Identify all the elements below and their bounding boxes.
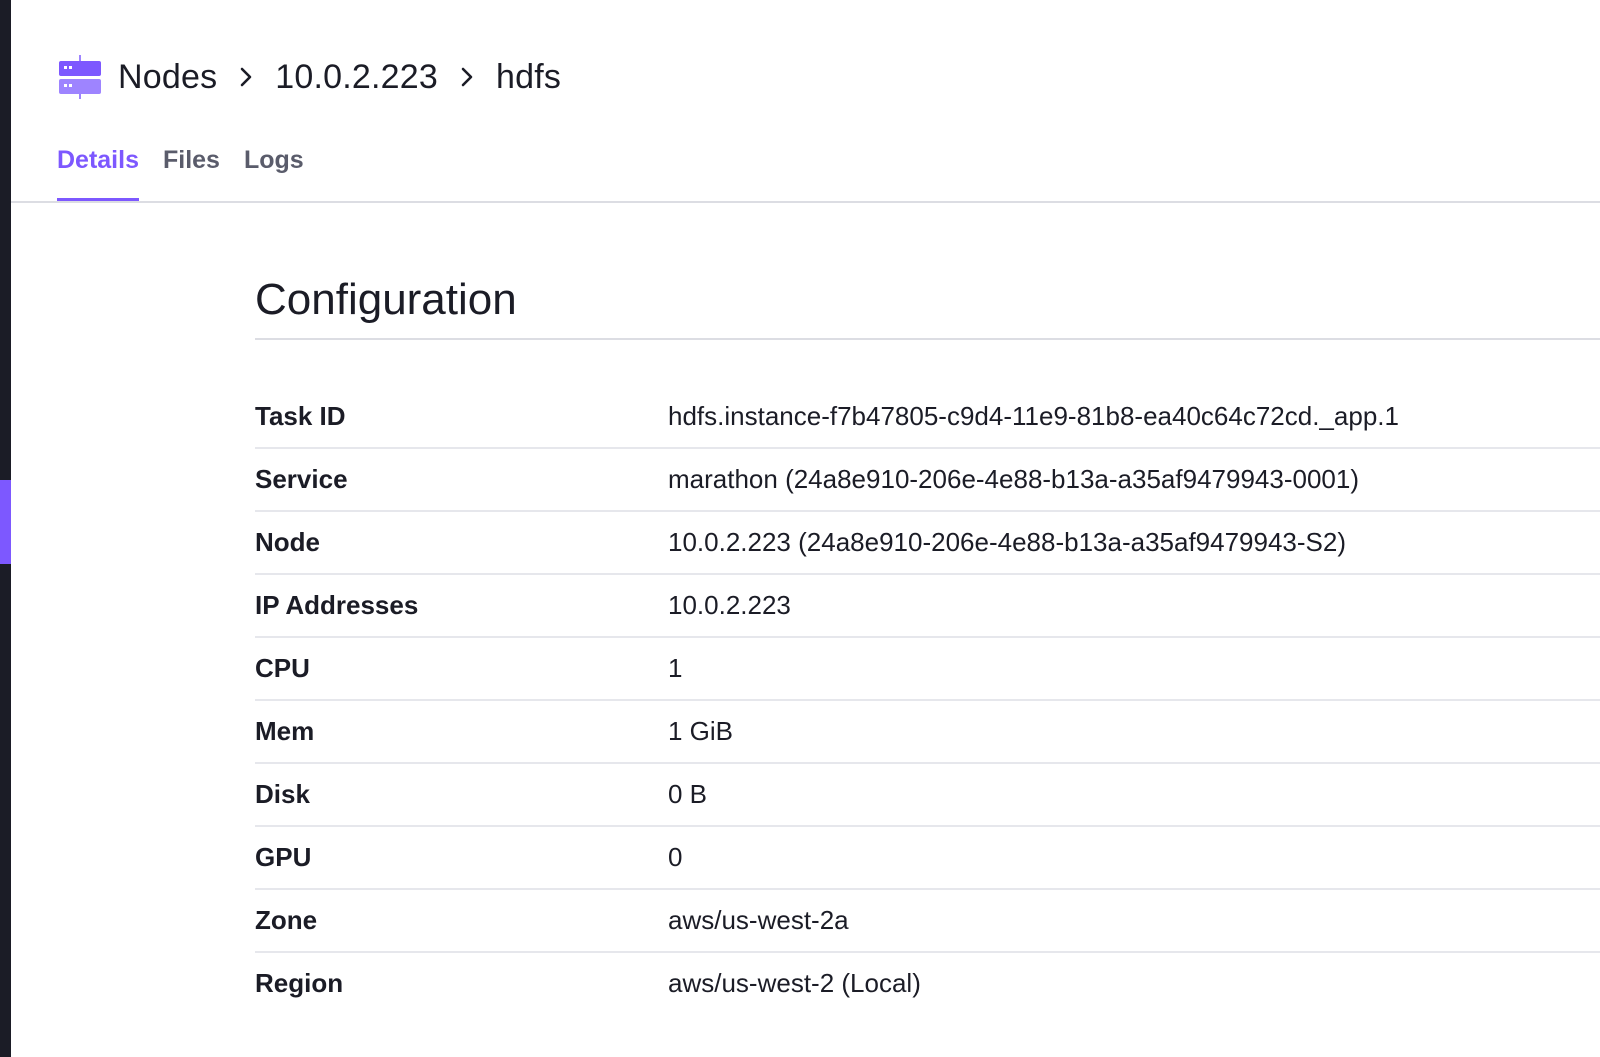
config-row-cpu: CPU 1 (255, 638, 1600, 701)
sidebar-active-indicator (0, 480, 11, 564)
config-label: Disk (255, 779, 310, 809)
tabs-divider (11, 201, 1600, 203)
config-value: aws/us-west-2 (Local) (668, 968, 921, 998)
breadcrumb-task: hdfs (495, 57, 562, 96)
config-row-node: Node 10.0.2.223 (24a8e910-206e-4e88-b13a… (255, 512, 1600, 575)
tab-logs[interactable]: Logs (244, 140, 304, 202)
breadcrumb-node-ip[interactable]: 10.0.2.223 (275, 58, 438, 97)
config-row-mem: Mem 1 GiB (255, 701, 1600, 764)
config-row-zone: Zone aws/us-west-2a (255, 890, 1600, 953)
config-row-task-id: Task ID hdfs.instance-f7b47805-c9d4-11e9… (255, 386, 1600, 449)
tab-files[interactable]: Files (163, 140, 220, 202)
config-value: 1 GiB (668, 716, 734, 746)
config-value: aws/us-west-2a (668, 905, 849, 935)
chevron-right-icon (460, 66, 474, 88)
section-title: Configuration (255, 275, 517, 324)
config-value: 0 B (668, 779, 708, 809)
config-value: 10.0.2.223 (24a8e910-206e-4e88-b13a-a35a… (668, 527, 1347, 557)
config-value: hdfs.instance-f7b47805-c9d4-11e9-81b8-ea… (668, 401, 1399, 431)
tab-bar: Details Files Logs (57, 140, 328, 202)
config-value: 0 (668, 842, 683, 872)
config-row-gpu: GPU 0 (255, 827, 1600, 890)
config-label: Service (255, 464, 348, 494)
config-label: Node (255, 527, 320, 557)
chevron-right-icon (239, 66, 253, 88)
config-row-region: Region aws/us-west-2 (Local) (255, 953, 1600, 1014)
config-value: marathon (24a8e910-206e-4e88-b13a-a35af9… (668, 464, 1359, 494)
configuration-section: Configuration Task ID hdfs.instance-f7b4… (255, 268, 1600, 1014)
config-label: Region (255, 968, 344, 998)
config-label: GPU (255, 842, 312, 872)
config-label: Mem (255, 716, 315, 746)
config-label: CPU (255, 653, 310, 683)
tab-details[interactable]: Details (57, 140, 139, 202)
breadcrumb-nodes[interactable]: Nodes (118, 58, 217, 97)
config-row-service: Service marathon (24a8e910-206e-4e88-b13… (255, 449, 1600, 512)
section-divider (255, 338, 1600, 340)
config-row-ip-addresses: IP Addresses 10.0.2.223 (255, 575, 1600, 638)
config-row-disk: Disk 0 B (255, 764, 1600, 827)
nodes-server-icon (58, 55, 102, 99)
config-label: Task ID (255, 401, 346, 431)
breadcrumb: Nodes 10.0.2.223 hdfs (58, 52, 561, 102)
config-value: 10.0.2.223 (668, 590, 791, 620)
config-label: IP Addresses (255, 590, 419, 620)
config-label: Zone (255, 905, 318, 935)
config-value: 1 (668, 653, 683, 683)
configuration-table: Task ID hdfs.instance-f7b47805-c9d4-11e9… (255, 386, 1600, 1014)
